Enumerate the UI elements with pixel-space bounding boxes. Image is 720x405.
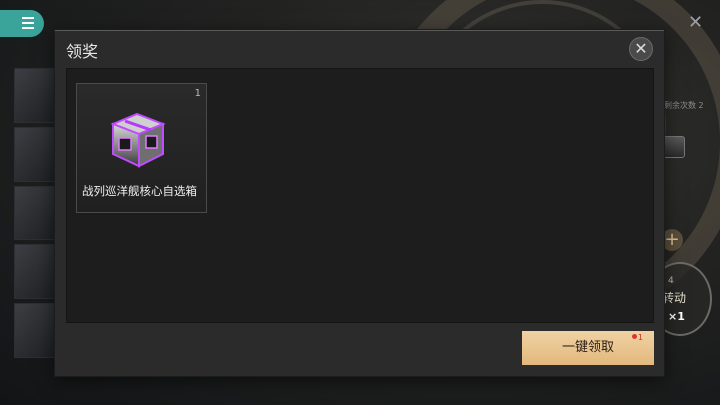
close-icon: ✕ xyxy=(634,39,648,58)
ship-thumbnail xyxy=(14,244,58,300)
plus-icon: + xyxy=(661,229,683,251)
dialog-title: 领奖 xyxy=(66,42,99,61)
claim-all-button[interactable]: 一键领取 1 xyxy=(522,331,654,365)
chest-icon xyxy=(661,136,685,158)
ship-thumbnail xyxy=(14,303,58,358)
ship-thumbnail xyxy=(14,185,58,241)
reward-dialog: 领奖 ✕ 1 战列巡洋舰核心自选箱 一键领取 1 xyxy=(55,30,664,376)
reward-item[interactable]: 1 战列巡洋舰核心自选箱 xyxy=(76,83,207,213)
background-close-icon: ✕ xyxy=(688,12,704,33)
spin-label: 转动 xyxy=(662,291,687,305)
purple-chest-icon xyxy=(110,112,166,168)
spin-multiplier: ×1 xyxy=(668,310,685,323)
spin-count: 4 xyxy=(668,276,674,286)
reward-list: 1 战列巡洋舰核心自选箱 xyxy=(66,68,654,323)
ship-thumbnail xyxy=(14,68,58,123)
notification-badge: 1 xyxy=(632,333,643,343)
claim-all-label: 一键领取 xyxy=(561,340,614,355)
background-ship-list xyxy=(14,68,58,358)
item-count: 1 xyxy=(194,88,201,99)
menu-icon xyxy=(22,17,34,32)
ship-thumbnail xyxy=(14,126,58,182)
remaining-count-text: 剩余次数 2 xyxy=(664,101,704,110)
close-button[interactable]: ✕ xyxy=(629,37,653,61)
item-name: 战列巡洋舰核心自选箱 xyxy=(82,184,197,198)
